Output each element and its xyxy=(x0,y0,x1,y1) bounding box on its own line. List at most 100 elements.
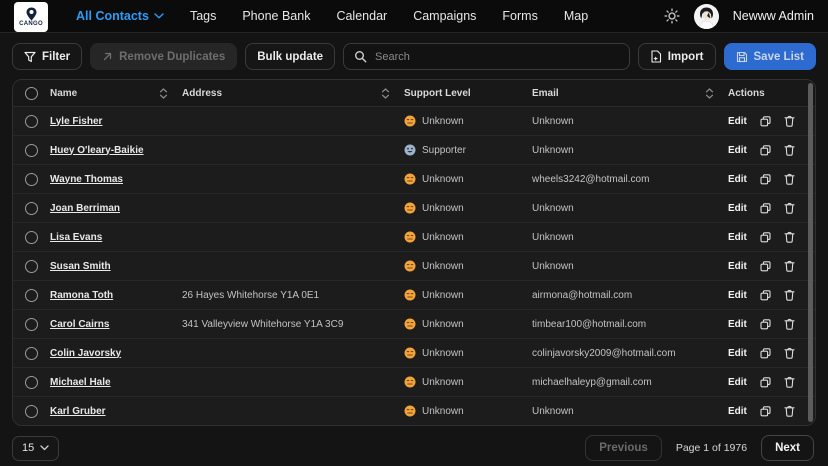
edit-button[interactable]: Edit xyxy=(728,232,747,243)
duplicate-button[interactable] xyxy=(760,173,771,185)
column-header-address[interactable]: Address xyxy=(182,88,404,99)
search-input[interactable] xyxy=(375,50,619,63)
theme-toggle-sun-icon[interactable] xyxy=(664,8,680,24)
duplicate-button[interactable] xyxy=(760,231,771,243)
edit-button[interactable]: Edit xyxy=(728,319,747,330)
edit-button[interactable]: Edit xyxy=(728,348,747,359)
previous-page-button[interactable]: Previous xyxy=(585,435,662,461)
sort-icon[interactable] xyxy=(381,87,390,99)
delete-button[interactable] xyxy=(784,260,795,272)
sort-icon[interactable] xyxy=(159,87,168,99)
duplicate-button[interactable] xyxy=(760,376,771,388)
page-size-select[interactable]: 15 xyxy=(12,435,60,461)
user-name[interactable]: Newww Admin xyxy=(733,9,814,23)
row-checkbox[interactable] xyxy=(25,375,38,389)
filter-button[interactable]: Filter xyxy=(12,43,83,70)
column-header-email[interactable]: Email xyxy=(532,88,728,99)
edit-button[interactable]: Edit xyxy=(728,116,747,127)
row-checkbox[interactable] xyxy=(25,114,38,128)
contact-name-link[interactable]: Colin Javorsky xyxy=(50,348,121,359)
nav-item-calendar[interactable]: Calendar xyxy=(336,9,387,23)
delete-button[interactable] xyxy=(784,202,795,214)
duplicate-button[interactable] xyxy=(760,318,771,330)
delete-button[interactable] xyxy=(784,115,795,127)
copy-icon xyxy=(760,376,771,387)
nav-item-phone-bank[interactable]: Phone Bank xyxy=(242,9,310,23)
row-checkbox[interactable] xyxy=(25,230,38,244)
edit-button[interactable]: Edit xyxy=(728,145,747,156)
remove-duplicates-button[interactable]: Remove Duplicates xyxy=(90,43,238,70)
delete-button[interactable] xyxy=(784,405,795,417)
email-cell: Unknown xyxy=(532,202,574,214)
delete-button[interactable] xyxy=(784,231,795,243)
trash-icon xyxy=(784,260,795,272)
delete-button[interactable] xyxy=(784,173,795,185)
contact-name-link[interactable]: Michael Hale xyxy=(50,377,111,388)
vertical-scrollbar[interactable] xyxy=(808,83,813,422)
nav-item-map[interactable]: Map xyxy=(564,9,588,23)
nav-item-all-contacts[interactable]: All Contacts xyxy=(76,9,164,23)
trash-icon xyxy=(784,376,795,388)
duplicate-button[interactable] xyxy=(760,347,771,359)
contact-name-link[interactable]: Joan Berriman xyxy=(50,203,120,214)
edit-button[interactable]: Edit xyxy=(728,377,747,388)
row-checkbox[interactable] xyxy=(25,143,38,157)
duplicate-button[interactable] xyxy=(760,405,771,417)
contact-name-link[interactable]: Carol Cairns xyxy=(50,319,109,330)
delete-button[interactable] xyxy=(784,318,795,330)
column-header-support-level[interactable]: Support Level xyxy=(404,88,532,99)
row-checkbox[interactable] xyxy=(25,172,38,186)
contact-name-link[interactable]: Susan Smith xyxy=(50,261,111,272)
support-level-cell: Unknown xyxy=(404,289,532,301)
actions-cell: Edit xyxy=(728,231,815,243)
row-checkbox[interactable] xyxy=(25,404,38,418)
filter-label: Filter xyxy=(42,50,71,63)
import-button[interactable]: Import xyxy=(637,43,716,70)
actions-cell: Edit xyxy=(728,144,815,156)
edit-button[interactable]: Edit xyxy=(728,174,747,185)
delete-button[interactable] xyxy=(784,376,795,388)
bulk-update-button[interactable]: Bulk update xyxy=(245,43,336,70)
contact-name-link[interactable]: Wayne Thomas xyxy=(50,174,123,185)
nav-item-campaigns[interactable]: Campaigns xyxy=(413,9,476,23)
delete-button[interactable] xyxy=(784,144,795,156)
search-box[interactable] xyxy=(343,43,630,70)
duplicate-button[interactable] xyxy=(760,260,771,272)
contact-name-link[interactable]: Lyle Fisher xyxy=(50,116,102,127)
user-avatar[interactable] xyxy=(693,3,719,29)
app-logo[interactable]: CANGO xyxy=(14,1,48,32)
support-level-cell: Unknown xyxy=(404,405,532,417)
unknown-face-icon xyxy=(404,260,416,272)
edit-button[interactable]: Edit xyxy=(728,406,747,417)
row-checkbox[interactable] xyxy=(25,288,38,302)
duplicate-button[interactable] xyxy=(760,144,771,156)
save-floppy-icon xyxy=(736,51,747,62)
row-checkbox[interactable] xyxy=(25,346,38,360)
row-checkbox[interactable] xyxy=(25,259,38,273)
nav-item-forms[interactable]: Forms xyxy=(502,9,537,23)
select-all-checkbox[interactable] xyxy=(25,86,38,100)
column-header-actions[interactable]: Actions xyxy=(728,88,815,99)
unknown-face-icon xyxy=(404,347,416,359)
contact-name-link[interactable]: Huey O'leary-Baikie xyxy=(50,145,144,156)
contact-name-link[interactable]: Lisa Evans xyxy=(50,232,102,243)
nav-item-tags[interactable]: Tags xyxy=(190,9,216,23)
duplicate-button[interactable] xyxy=(760,289,771,301)
sort-icon[interactable] xyxy=(705,87,714,99)
column-header-name[interactable]: Name xyxy=(50,88,182,99)
row-checkbox[interactable] xyxy=(25,201,38,215)
contact-name-link[interactable]: Karl Gruber xyxy=(50,406,106,417)
duplicate-button[interactable] xyxy=(760,202,771,214)
delete-button[interactable] xyxy=(784,347,795,359)
duplicate-button[interactable] xyxy=(760,115,771,127)
edit-button[interactable]: Edit xyxy=(728,261,747,272)
edit-button[interactable]: Edit xyxy=(728,203,747,214)
contact-name-link[interactable]: Ramona Toth xyxy=(50,290,113,301)
save-list-button[interactable]: Save List xyxy=(723,43,816,70)
delete-button[interactable] xyxy=(784,289,795,301)
copy-icon xyxy=(760,173,771,184)
edit-button[interactable]: Edit xyxy=(728,290,747,301)
row-checkbox[interactable] xyxy=(25,317,38,331)
supporter-face-icon xyxy=(404,144,416,156)
next-page-button[interactable]: Next xyxy=(761,435,814,461)
